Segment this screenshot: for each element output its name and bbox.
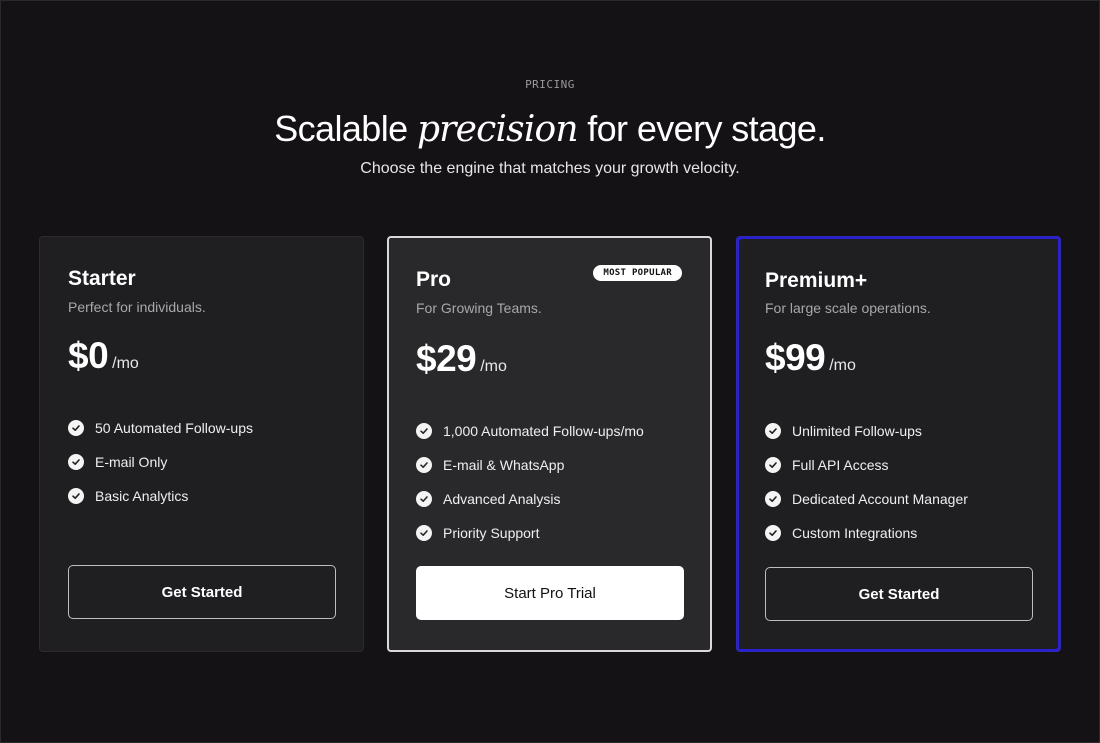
price-amount: $99 (765, 337, 826, 378)
feature-item: 50 Automated Follow-ups (68, 411, 253, 445)
plan-price: $0/mo (68, 335, 139, 377)
check-circle-icon (765, 525, 781, 541)
feature-list: 50 Automated Follow-ups E-mail Only Basi… (68, 411, 253, 513)
plan-card-premium: Premium+ For large scale operations. $99… (736, 236, 1061, 652)
check-circle-icon (765, 423, 781, 439)
get-started-button[interactable]: Get Started (765, 567, 1033, 621)
page-title: Scalable precision for every stage. (0, 108, 1100, 150)
check-circle-icon (765, 457, 781, 473)
feature-label: Dedicated Account Manager (792, 491, 968, 507)
check-circle-icon (416, 525, 432, 541)
check-circle-icon (68, 488, 84, 504)
plan-price: $99/mo (765, 337, 856, 379)
title-suffix: for every stage. (577, 108, 826, 149)
feature-label: Unlimited Follow-ups (792, 423, 922, 439)
feature-label: Basic Analytics (95, 488, 189, 504)
price-unit: /mo (480, 358, 507, 375)
plan-name: Starter (68, 267, 136, 290)
price-unit: /mo (112, 355, 139, 372)
feature-label: Priority Support (443, 525, 540, 541)
feature-item: E-mail & WhatsApp (416, 448, 644, 482)
feature-item: E-mail Only (68, 445, 253, 479)
feature-item: Unlimited Follow-ups (765, 414, 968, 448)
feature-list: 1,000 Automated Follow-ups/mo E-mail & W… (416, 414, 644, 550)
check-circle-icon (416, 423, 432, 439)
get-started-button[interactable]: Get Started (68, 565, 336, 619)
plan-description: For large scale operations. (765, 300, 931, 316)
feature-item: Custom Integrations (765, 516, 968, 550)
feature-item: Advanced Analysis (416, 482, 644, 516)
feature-item: 1,000 Automated Follow-ups/mo (416, 414, 644, 448)
check-circle-icon (416, 457, 432, 473)
feature-label: E-mail Only (95, 454, 168, 470)
feature-label: 1,000 Automated Follow-ups/mo (443, 423, 644, 439)
feature-label: Custom Integrations (792, 525, 918, 541)
feature-item: Full API Access (765, 448, 968, 482)
price-amount: $29 (416, 338, 477, 379)
feature-label: Full API Access (792, 457, 889, 473)
plan-description: For Growing Teams. (416, 300, 542, 316)
feature-item: Basic Analytics (68, 479, 253, 513)
feature-label: 50 Automated Follow-ups (95, 420, 253, 436)
most-popular-badge: MOST POPULAR (593, 265, 682, 281)
check-circle-icon (68, 420, 84, 436)
feature-list: Unlimited Follow-ups Full API Access Ded… (765, 414, 968, 550)
feature-label: Advanced Analysis (443, 491, 561, 507)
plan-card-starter: Starter Perfect for individuals. $0/mo 5… (39, 236, 364, 652)
plan-name: Premium+ (765, 269, 868, 292)
plan-name: Pro (416, 268, 452, 291)
section-eyebrow: PRICING (525, 78, 575, 91)
plan-description: Perfect for individuals. (68, 299, 206, 315)
feature-label: E-mail & WhatsApp (443, 457, 565, 473)
check-circle-icon (416, 491, 432, 507)
plan-price: $29/mo (416, 338, 507, 380)
feature-item: Priority Support (416, 516, 644, 550)
feature-item: Dedicated Account Manager (765, 482, 968, 516)
check-circle-icon (765, 491, 781, 507)
check-circle-icon (68, 454, 84, 470)
page-subtitle: Choose the engine that matches your grow… (360, 160, 740, 177)
price-amount: $0 (68, 335, 109, 376)
price-unit: /mo (829, 357, 856, 374)
plan-card-pro: Pro MOST POPULAR For Growing Teams. $29/… (387, 236, 712, 652)
title-prefix: Scalable (274, 108, 417, 149)
start-pro-trial-button[interactable]: Start Pro Trial (416, 566, 684, 620)
title-accent: precision (416, 109, 579, 150)
